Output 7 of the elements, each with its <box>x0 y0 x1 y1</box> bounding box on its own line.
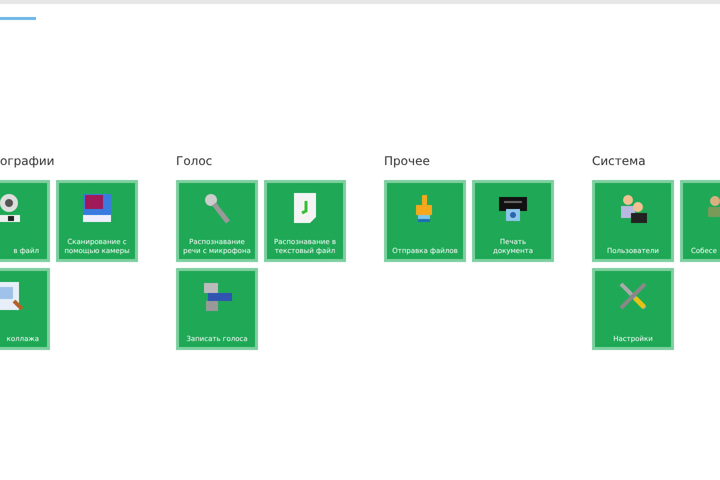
group-title: Система <box>592 154 647 169</box>
picture-icon <box>80 191 114 225</box>
group-title: Голос <box>176 154 214 169</box>
collage-icon <box>0 279 26 313</box>
group-title: Прочее <box>384 154 431 169</box>
selection-bar <box>0 17 36 20</box>
group-title: ографии <box>0 154 56 169</box>
